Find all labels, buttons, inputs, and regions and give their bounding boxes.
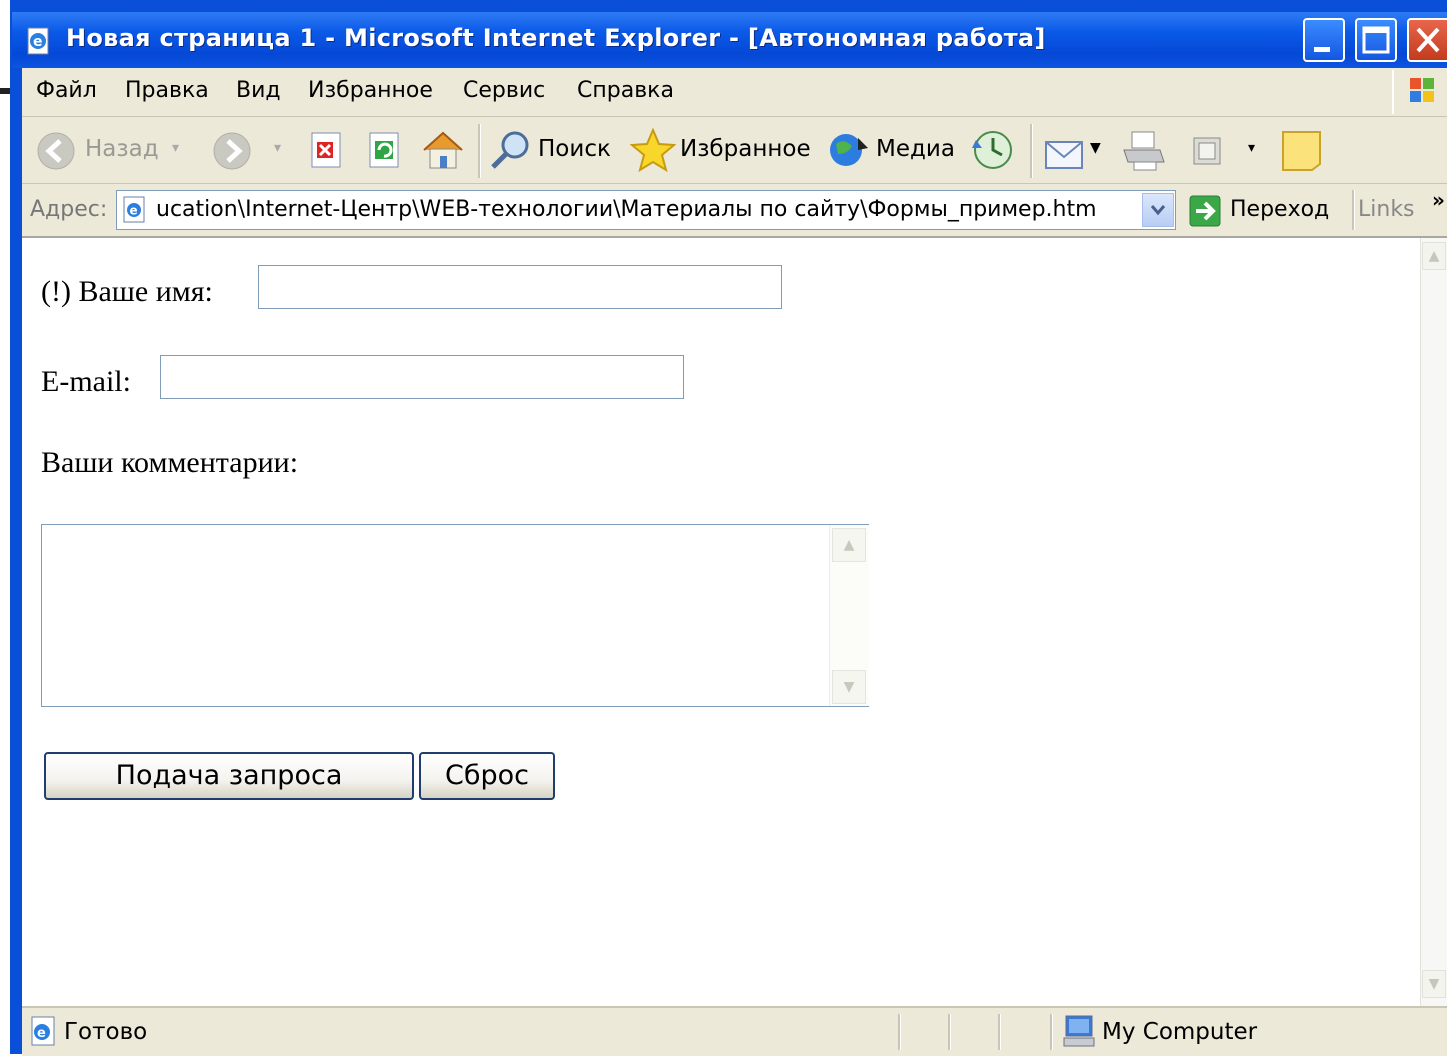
links-overflow[interactable]: » <box>1432 188 1445 212</box>
comments-scroll-up[interactable]: ▲ <box>832 528 866 562</box>
minimize-button[interactable] <box>1303 18 1345 62</box>
links-label[interactable]: Links <box>1358 197 1415 222</box>
name-input[interactable] <box>258 265 782 309</box>
menu-edit[interactable]: Правка <box>125 78 209 103</box>
page-scroll-up[interactable]: ▲ <box>1422 242 1446 270</box>
favorites-label[interactable]: Избранное <box>680 136 811 162</box>
status-separator <box>1050 1014 1053 1050</box>
maximize-button[interactable] <box>1355 18 1397 62</box>
status-separator <box>948 1014 951 1050</box>
maximize-icon <box>1362 26 1390 54</box>
favorites-star-icon[interactable] <box>630 127 676 173</box>
ie-page-icon: e <box>27 27 49 55</box>
security-zone: My Computer <box>1102 1019 1258 1045</box>
history-icon[interactable] <box>970 128 1016 172</box>
close-button[interactable] <box>1407 18 1447 62</box>
status-text: Готово <box>64 1019 148 1045</box>
mail-dropdown[interactable]: ▼ <box>1090 140 1101 156</box>
edit-dropdown[interactable]: ▾ <box>1248 140 1255 156</box>
go-arrow-icon[interactable] <box>1188 194 1224 228</box>
minimize-icon <box>1314 47 1330 52</box>
desktop-mark <box>0 88 10 94</box>
back-dropdown[interactable]: ▾ <box>172 140 179 156</box>
menu-help[interactable]: Справка <box>577 78 674 103</box>
toolbar-separator <box>478 124 481 178</box>
media-label[interactable]: Медиа <box>876 136 955 162</box>
back-label[interactable]: Назад <box>85 136 159 162</box>
mail-icon[interactable] <box>1042 130 1090 172</box>
name-label: (!) Ваше имя: <box>41 275 213 308</box>
window-title: Новая страница 1 - Microsoft Internet Ex… <box>66 24 1046 52</box>
reset-button[interactable]: Сброс <box>419 752 555 800</box>
forward-arrow-icon[interactable] <box>212 131 254 171</box>
menu-file[interactable]: Файл <box>36 78 97 103</box>
search-label[interactable]: Поиск <box>538 136 611 162</box>
page-scroll-down[interactable]: ▼ <box>1422 970 1446 998</box>
comments-scroll-down[interactable]: ▼ <box>832 670 866 704</box>
address-page-icon: e <box>123 196 145 223</box>
print-icon[interactable] <box>1120 128 1168 174</box>
home-icon[interactable] <box>420 128 466 172</box>
ie-page-icon: e <box>31 1016 55 1046</box>
address-label: Адрес: <box>30 197 108 222</box>
media-icon[interactable] <box>828 130 872 170</box>
status-separator <box>998 1014 1001 1050</box>
address-separator <box>1352 190 1355 230</box>
address-dropdown-button[interactable] <box>1142 193 1174 227</box>
edit-icon[interactable] <box>1190 134 1226 168</box>
forward-dropdown[interactable]: ▾ <box>274 140 281 156</box>
dropdown-arrow-icon <box>1150 205 1166 216</box>
stop-icon[interactable] <box>308 130 346 170</box>
menu-tools[interactable]: Сервис <box>463 78 545 103</box>
email-input[interactable] <box>160 355 684 399</box>
svg-text:e: e <box>37 1026 46 1041</box>
windows-logo <box>1392 70 1447 114</box>
menu-view[interactable]: Вид <box>236 78 281 103</box>
svg-text:e: e <box>33 34 43 50</box>
refresh-icon[interactable] <box>366 130 404 170</box>
address-value[interactable]: ucation\Internet-Центр\WEB-технологии\Ма… <box>156 197 1097 222</box>
windows-logo-icon <box>1410 78 1434 102</box>
go-button-label[interactable]: Переход <box>1230 197 1329 222</box>
submit-button[interactable]: Подача запроса <box>44 752 414 800</box>
close-icon <box>1416 27 1440 53</box>
svg-text:e: e <box>130 204 138 218</box>
email-label: E-mail: <box>41 365 131 398</box>
back-arrow-icon[interactable] <box>36 131 78 171</box>
status-separator <box>898 1014 901 1050</box>
comments-textarea[interactable] <box>41 524 869 707</box>
menu-favorites[interactable]: Избранное <box>308 78 433 103</box>
messenger-icon[interactable] <box>1280 128 1324 174</box>
computer-icon <box>1063 1015 1095 1047</box>
search-icon[interactable] <box>488 128 534 172</box>
page-scrollbar[interactable] <box>1420 238 1447 1006</box>
comments-label: Ваши комментарии: <box>41 446 299 479</box>
toolbar-separator <box>1030 124 1033 178</box>
